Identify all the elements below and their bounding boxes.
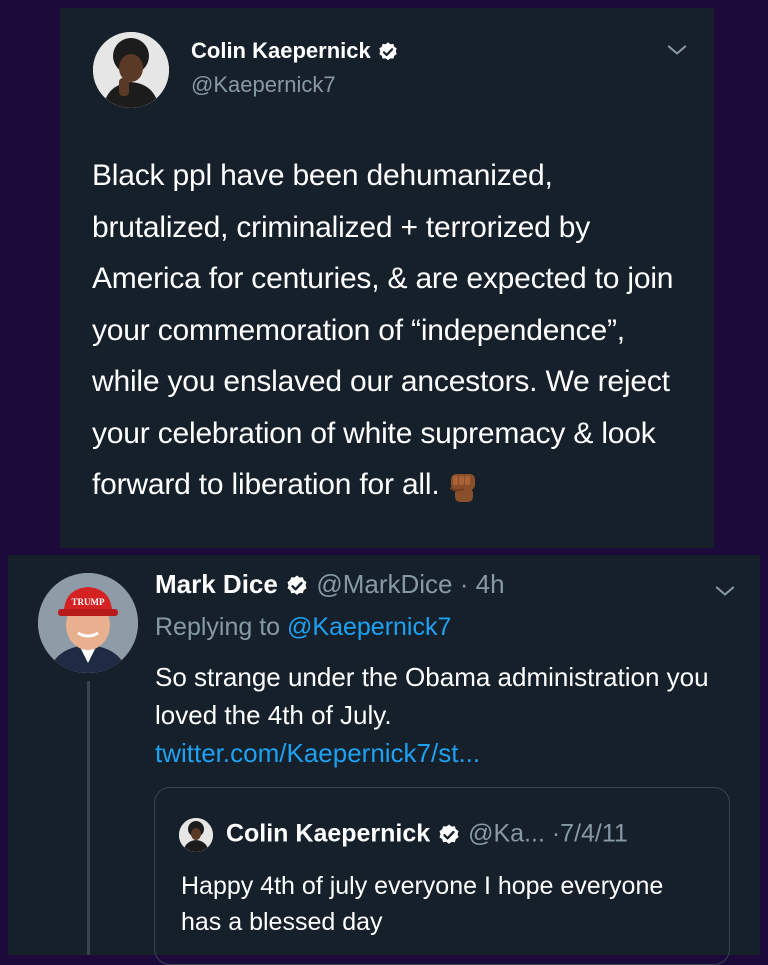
avatar[interactable]: TRUMP <box>38 573 138 673</box>
tweet-text-content: Black ppl have been dehumanized, brutali… <box>92 159 674 501</box>
chevron-down-icon[interactable] <box>663 36 691 64</box>
timestamp: ·7/4/11 <box>551 819 628 848</box>
author-handle[interactable]: @MarkDice <box>316 569 452 599</box>
avatar-photo <box>93 32 169 108</box>
avatar-photo <box>179 818 213 852</box>
verified-icon <box>439 824 459 844</box>
quoted-tweet-text: Happy 4th of july everyone I hope everyo… <box>181 872 664 936</box>
avatar <box>179 818 213 852</box>
quoted-tweet[interactable]: Colin Kaepernick @Ka... ·7/4/11 Happy 4t… <box>154 787 730 965</box>
author-name: Colin Kaepernick <box>225 819 431 848</box>
verified-icon <box>287 575 307 596</box>
tweet-text: So strange under the Obama administratio… <box>155 658 735 772</box>
mention-link[interactable]: @Kaepernick7 <box>287 613 451 641</box>
tweet-text: Black ppl have been dehumanized, brutali… <box>92 150 692 511</box>
author-name[interactable]: Mark Dice <box>155 569 278 599</box>
raised-fist-icon <box>448 474 475 503</box>
hat-text: TRUMP <box>72 597 105 607</box>
avatar[interactable] <box>93 32 169 108</box>
tweet-kaepernick[interactable]: Colin Kaepernick @Kaepernick7 Black ppl … <box>60 8 714 548</box>
replying-to-label: Replying to <box>155 613 288 641</box>
thread-line <box>87 681 90 955</box>
quoted-tweet-header: Colin Kaepernick @Ka... ·7/4/11 <box>179 818 628 852</box>
author-handle: @Ka... <box>468 819 545 848</box>
replying-to: Replying to @Kaepernick7 <box>155 613 451 642</box>
avatar-photo: TRUMP <box>38 573 138 673</box>
author-name[interactable]: Colin Kaepernick <box>191 38 399 64</box>
timestamp[interactable]: · 4h <box>460 569 505 599</box>
verified-icon <box>379 42 397 61</box>
tweet-link[interactable]: twitter.com/Kaepernick7/st... <box>155 734 735 772</box>
tweet-text-content: So strange under the Obama administratio… <box>155 662 709 730</box>
author-handle[interactable]: @Kaepernick7 <box>191 72 336 98</box>
tweet-header: Mark Dice @MarkDice · 4h <box>155 569 505 600</box>
chevron-down-icon[interactable] <box>711 577 739 605</box>
author-name-text: Colin Kaepernick <box>191 38 371 63</box>
tweet-markdice[interactable]: TRUMP Mark Dice @MarkDice · 4h Replying … <box>8 555 760 965</box>
